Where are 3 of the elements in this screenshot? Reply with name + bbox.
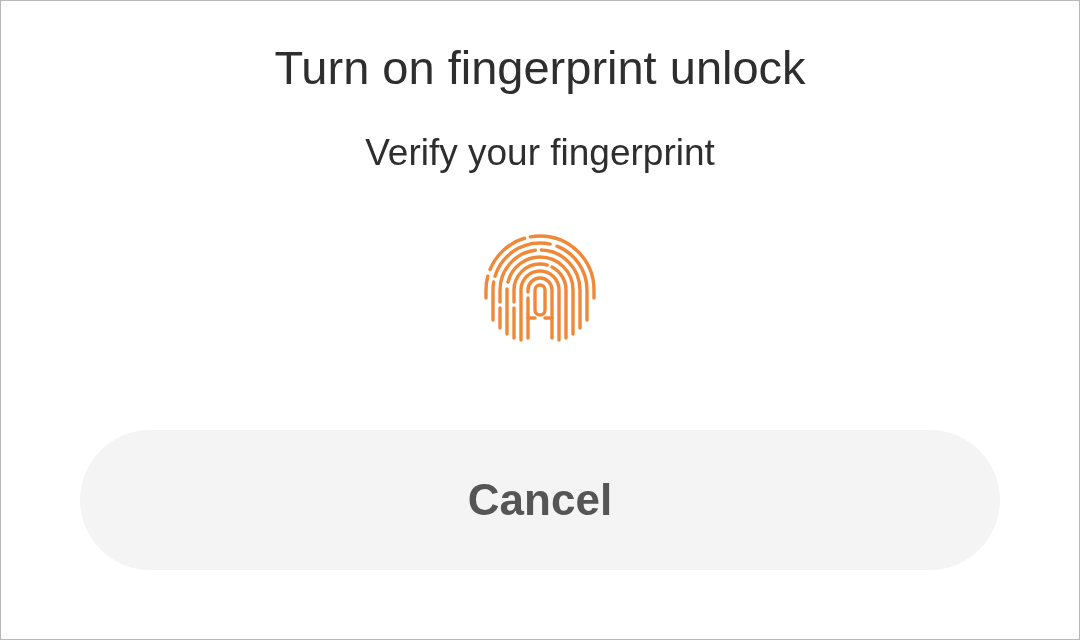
cancel-button[interactable]: Cancel <box>80 430 1000 570</box>
dialog-subtitle: Verify your fingerprint <box>365 131 715 175</box>
dialog-title: Turn on fingerprint unlock <box>274 40 806 96</box>
